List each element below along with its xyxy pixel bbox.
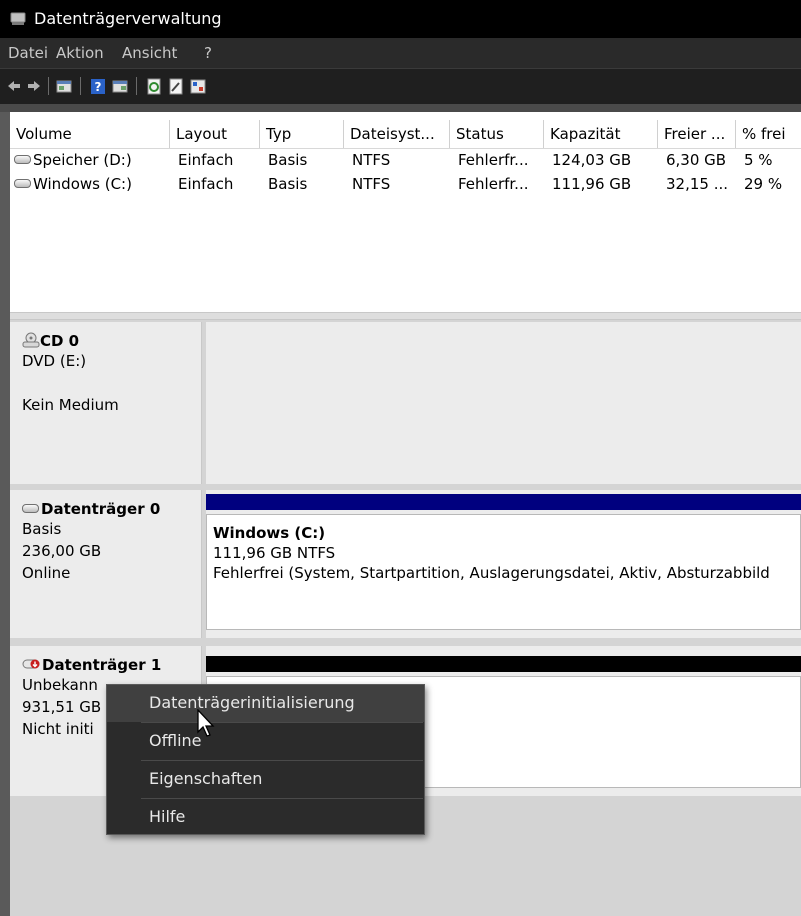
title-bar: Datenträgerverwaltung bbox=[0, 0, 801, 38]
mouse-cursor-icon bbox=[197, 709, 215, 737]
disk-size: 236,00 GB bbox=[22, 542, 102, 560]
disk-name: Datenträger 1 bbox=[42, 656, 162, 674]
disk-state: Online bbox=[22, 564, 71, 582]
properties-icon[interactable] bbox=[168, 77, 184, 95]
media-status: Kein Medium bbox=[22, 396, 119, 414]
kapazitaet-cell: 124,03 GB bbox=[552, 151, 632, 169]
freier-cell: 32,15 ... bbox=[666, 175, 729, 193]
disk-label-cd0[interactable]: CD 0 DVD (E:) Kein Medium bbox=[10, 322, 202, 484]
window-title: Datenträgerverwaltung bbox=[34, 9, 222, 28]
disk-name: Datenträger 0 bbox=[41, 500, 161, 518]
volume-cell: Windows (C:) bbox=[14, 175, 132, 193]
help-icon[interactable]: ? bbox=[90, 77, 106, 95]
console-icon[interactable] bbox=[56, 77, 72, 95]
status-cell: Fehlerfr... bbox=[458, 175, 529, 193]
typ-cell: Basis bbox=[268, 175, 308, 193]
status-cell: Fehlerfr... bbox=[458, 151, 529, 169]
freier-cell: 6,30 GB bbox=[666, 151, 727, 169]
window-frame bbox=[0, 104, 801, 112]
disk-name: CD 0 bbox=[40, 332, 80, 350]
layout-cell: Einfach bbox=[178, 175, 234, 193]
drive-icon bbox=[14, 179, 31, 188]
volume-list: Volume Layout Typ Dateisyst... Status Ka… bbox=[10, 112, 801, 312]
refresh-icon[interactable] bbox=[146, 77, 162, 95]
kapazitaet-cell: 111,96 GB bbox=[552, 175, 632, 193]
hard-disk-icon bbox=[22, 504, 39, 513]
rescan-icon[interactable] bbox=[190, 77, 206, 95]
menu-item-properties[interactable]: Eigenschaften bbox=[107, 761, 424, 798]
svg-text:?: ? bbox=[95, 80, 102, 94]
partition-windows-c[interactable]: Windows (C:) 111,96 GB NTFS Fehlerfrei (… bbox=[206, 514, 801, 630]
column-dateisystem[interactable]: Dateisyst... bbox=[344, 120, 450, 148]
partition-title: Windows (C:) bbox=[213, 524, 326, 542]
typ-cell: Basis bbox=[268, 151, 308, 169]
menu-help[interactable]: ? bbox=[204, 44, 212, 62]
drive-icon bbox=[14, 155, 31, 164]
partition-size: 111,96 GB NTFS bbox=[213, 544, 336, 562]
prozent-frei-cell: 5 % bbox=[744, 151, 773, 169]
menu-datei[interactable]: Datei bbox=[8, 44, 48, 62]
disk0-partition-area: Windows (C:) 111,96 GB NTFS Fehlerfrei (… bbox=[206, 490, 801, 638]
column-typ[interactable]: Typ bbox=[260, 120, 344, 148]
context-menu: Datenträgerinitialisierung Offline Eigen… bbox=[106, 684, 425, 835]
column-status[interactable]: Status bbox=[450, 120, 544, 148]
pane-border bbox=[0, 112, 10, 916]
menu-bar: Datei Aktion Ansicht ? bbox=[0, 38, 801, 68]
menu-ansicht[interactable]: Ansicht bbox=[122, 44, 177, 62]
partition-header-bar bbox=[206, 656, 801, 672]
dateisystem-cell: NTFS bbox=[352, 175, 391, 193]
disk-row-disk0: Datenträger 0 Basis 236,00 GB Online Win… bbox=[10, 490, 801, 638]
menu-aktion[interactable]: Aktion bbox=[56, 44, 104, 62]
dateisystem-cell: NTFS bbox=[352, 151, 391, 169]
uninitialized-disk-icon bbox=[22, 659, 40, 669]
partition-header-bar bbox=[206, 494, 801, 510]
cd-drive-icon bbox=[22, 332, 40, 348]
pane-splitter[interactable] bbox=[10, 312, 801, 320]
volume-cell: Speicher (D:) bbox=[14, 151, 132, 169]
drive-letter: DVD (E:) bbox=[22, 352, 87, 370]
disk-type: Basis bbox=[22, 520, 62, 538]
column-kapazitaet[interactable]: Kapazität bbox=[544, 120, 658, 148]
prozent-frei-cell: 29 % bbox=[744, 175, 783, 193]
layout-cell: Einfach bbox=[178, 151, 234, 169]
partition-status: Fehlerfrei (System, Startpartition, Ausl… bbox=[213, 564, 770, 582]
list-view-icon[interactable] bbox=[112, 77, 128, 95]
column-layout[interactable]: Layout bbox=[170, 120, 260, 148]
menu-item-help[interactable]: Hilfe bbox=[107, 799, 424, 836]
disk-label-disk0[interactable]: Datenträger 0 Basis 236,00 GB Online bbox=[10, 490, 202, 638]
column-freier[interactable]: Freier ... bbox=[658, 120, 736, 148]
cd0-partition-area[interactable] bbox=[206, 322, 801, 484]
disk-management-icon bbox=[10, 12, 26, 25]
menu-item-initialize-disk[interactable]: Datenträgerinitialisierung bbox=[107, 685, 424, 722]
forward-arrow-icon[interactable] bbox=[26, 77, 42, 95]
toolbar: ? bbox=[0, 68, 801, 105]
column-prozent-frei[interactable]: % frei bbox=[736, 120, 801, 148]
column-volume[interactable]: Volume bbox=[10, 120, 170, 148]
back-arrow-icon[interactable] bbox=[6, 77, 22, 95]
disk-row-cd0: CD 0 DVD (E:) Kein Medium bbox=[10, 322, 801, 484]
menu-item-offline[interactable]: Offline bbox=[107, 723, 424, 760]
